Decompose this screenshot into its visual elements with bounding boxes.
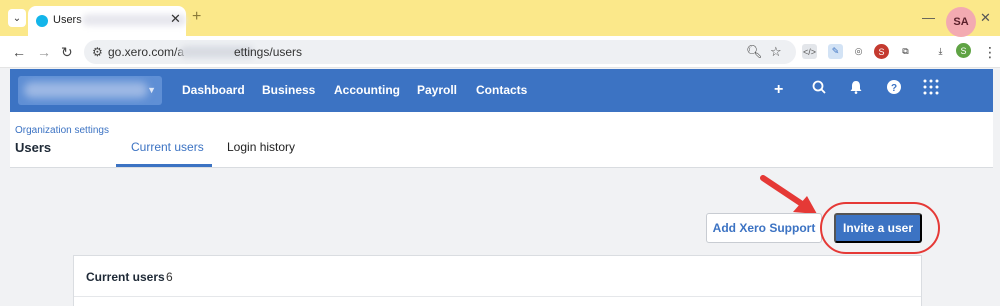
profile-icon[interactable]: S <box>956 43 971 58</box>
breadcrumb[interactable]: Organization settings <box>15 125 109 136</box>
new-tab-button[interactable]: + <box>192 9 201 25</box>
nav-business[interactable]: Business <box>262 83 315 97</box>
more-icon[interactable]: ⋮ <box>983 44 997 61</box>
bell-icon[interactable] <box>850 79 862 101</box>
help-icon[interactable]: ? <box>887 79 901 101</box>
back-icon[interactable]: ← <box>12 44 26 60</box>
card-title: Current users <box>86 270 165 284</box>
current-users-card: Current users 6 <box>73 255 922 306</box>
tab-search-button[interactable]: ⌄ <box>8 9 26 27</box>
add-icon[interactable]: + <box>774 79 783 101</box>
add-xero-support-button[interactable]: Add Xero Support <box>706 213 822 243</box>
extension-code-icon[interactable]: </> <box>802 44 817 59</box>
nav-dashboard[interactable]: Dashboard <box>182 83 245 97</box>
page-title: Users <box>15 140 52 155</box>
active-tab-indicator <box>116 164 212 167</box>
address-bar[interactable]: ⚙ go.xero.com/a ettings/users 🔍︎ ☆ <box>84 40 796 64</box>
user-avatar[interactable]: SA <box>946 7 976 37</box>
svg-text:?: ? <box>891 83 897 94</box>
extension-translate-icon[interactable]: ✎ <box>828 44 843 59</box>
forward-icon[interactable]: → <box>37 44 51 60</box>
window-close-icon[interactable]: ✕ <box>980 10 991 26</box>
caret-down-icon: ▼ <box>147 85 156 95</box>
download-icon[interactable]: ⤓ <box>933 44 948 59</box>
extension-s-icon[interactable]: S <box>874 44 889 59</box>
browser-toolbar: ← → ↻ ⚙ go.xero.com/a ettings/users 🔍︎ ☆… <box>0 36 1000 68</box>
nav-accounting[interactable]: Accounting <box>334 83 400 97</box>
tab-title: Users <box>53 14 82 26</box>
url-text-end: ettings/users <box>234 45 303 59</box>
bookmark-star-icon[interactable]: ☆ <box>770 44 782 60</box>
user-count: 6 <box>166 270 173 284</box>
reload-icon[interactable]: ↻ <box>61 44 73 61</box>
minimize-icon[interactable]: — <box>922 10 935 25</box>
apps-grid-icon[interactable] <box>923 79 939 102</box>
search-icon[interactable] <box>812 79 826 101</box>
nav-payroll[interactable]: Payroll <box>417 83 457 97</box>
tab-close-icon[interactable]: ✕ <box>170 11 181 27</box>
chevron-down-icon: ⌄ <box>12 12 22 24</box>
tab-login-history[interactable]: Login history <box>227 140 295 154</box>
divider <box>74 296 921 297</box>
extensions-icon[interactable]: ⧉ <box>898 44 913 59</box>
page-header: Organization settings Users Current user… <box>10 112 993 168</box>
zoom-icon[interactable]: 🔍︎ <box>746 44 763 60</box>
site-settings-icon[interactable]: ⚙ <box>92 45 103 59</box>
nav-contacts[interactable]: Contacts <box>476 83 527 97</box>
redacted-org-name <box>24 82 148 98</box>
browser-tab[interactable]: Users ✕ <box>28 6 186 36</box>
browser-tab-strip: ⌄ Users ✕ + — ☐ ✕ <box>0 0 1000 36</box>
xero-top-nav: ▼ Dashboard Business Accounting Payroll … <box>10 69 993 112</box>
annotation-highlight-circle <box>820 202 940 254</box>
url-text-start: go.xero.com/a <box>108 45 185 59</box>
extension-lens-icon[interactable]: ◎ <box>851 44 866 59</box>
xero-favicon-icon <box>36 15 48 27</box>
tab-current-users[interactable]: Current users <box>131 140 204 154</box>
organization-switcher[interactable]: ▼ <box>18 76 162 105</box>
